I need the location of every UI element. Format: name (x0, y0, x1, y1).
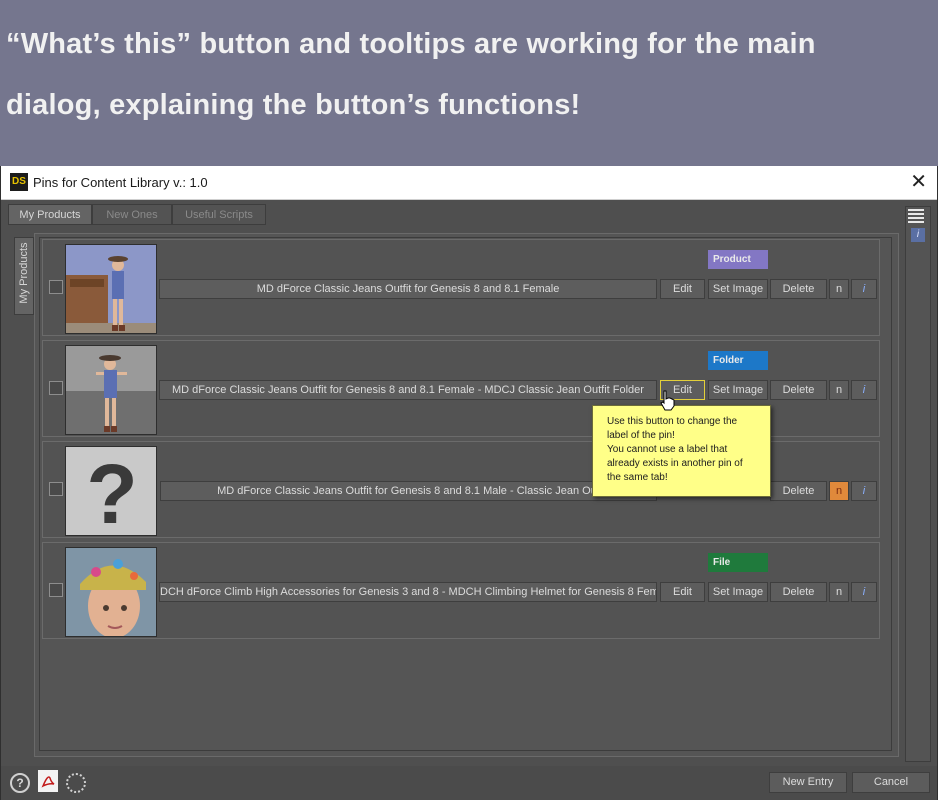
hamburger-menu-icon[interactable] (906, 207, 926, 225)
hand-cursor-icon (660, 390, 675, 411)
pin-label-button[interactable]: MD dForce Classic Jeans Outfit for Genes… (159, 380, 657, 400)
side-panel (905, 206, 931, 762)
n-button[interactable]: n (829, 279, 849, 299)
tooltip-line: You cannot use a label that (607, 444, 728, 455)
pdf-glyph-icon (38, 770, 58, 792)
figure-thumbnail-icon (66, 245, 156, 333)
pin-label-button[interactable]: DCH dForce Climb High Accessories for Ge… (159, 582, 657, 602)
new-entry-button[interactable]: New Entry (769, 772, 847, 793)
app-icon: DS (10, 173, 28, 191)
caption-text: “What’s this” button and tooltips are wo… (6, 14, 932, 136)
caption-line-1: “What’s this” button and tooltips are wo… (6, 28, 816, 60)
helmet-thumbnail-icon (66, 548, 156, 636)
vertical-tab-my-products[interactable]: My Products (14, 237, 34, 315)
pin-checkbox[interactable] (49, 280, 63, 294)
set-image-button[interactable]: Set Image (708, 582, 768, 602)
info-button[interactable]: i (851, 481, 877, 501)
pdf-icon[interactable] (38, 770, 58, 792)
pin-thumbnail (65, 244, 157, 334)
close-icon[interactable]: ✕ (910, 171, 927, 193)
pin-row: DCH dForce Climb High Accessories for Ge… (42, 542, 880, 639)
delete-button[interactable]: Delete (770, 279, 827, 299)
caption-banner: “What’s this” button and tooltips are wo… (0, 0, 938, 166)
window-title: Pins for Content Library v.: 1.0 (33, 175, 208, 190)
delete-button[interactable]: Delete (770, 380, 827, 400)
pin-checkbox[interactable] (49, 482, 63, 496)
delete-button[interactable]: Delete (770, 582, 827, 602)
figure-thumbnail-icon (66, 346, 156, 434)
tooltip-line: label of the pin! (607, 430, 675, 441)
edit-button[interactable]: Edit (660, 582, 705, 602)
vertical-tab-label: My Products (18, 242, 30, 304)
title-bar: DS Pins for Content Library v.: 1.0 ✕ (1, 166, 937, 200)
edit-button[interactable]: Edit (660, 279, 705, 299)
set-image-button[interactable]: Set Image (708, 279, 768, 299)
type-badge: Product (708, 250, 768, 269)
svg-text:?: ? (86, 447, 137, 536)
tab-new-ones[interactable]: New Ones (92, 204, 172, 225)
info-button[interactable]: i (851, 582, 877, 602)
pin-thumbnail: ? (65, 446, 157, 536)
tooltip-line: already exists in another pin of (607, 458, 743, 469)
tab-my-products[interactable]: My Products (8, 204, 92, 225)
set-image-button[interactable]: Set Image (708, 380, 768, 400)
n-button[interactable]: n (829, 481, 849, 501)
n-button[interactable]: n (829, 582, 849, 602)
pin-thumbnail (65, 345, 157, 435)
n-button[interactable]: n (829, 380, 849, 400)
question-mark-thumbnail-icon: ? (66, 447, 156, 536)
gear-icon[interactable] (66, 773, 86, 793)
pin-checkbox[interactable] (49, 381, 63, 395)
type-badge: Folder (708, 351, 768, 370)
pin-checkbox[interactable] (49, 583, 63, 597)
dialog-window: DS Pins for Content Library v.: 1.0 ✕ My… (0, 166, 938, 800)
cancel-button[interactable]: Cancel (852, 772, 930, 793)
info-button[interactable]: i (851, 380, 877, 400)
tooltip-line: Use this button to change the (607, 416, 738, 427)
help-icon[interactable]: ? (10, 773, 30, 793)
pin-row: MD dForce Classic Jeans Outfit for Genes… (42, 239, 880, 336)
tooltip-line: the same tab! (607, 472, 668, 483)
delete-button[interactable]: Delete (770, 481, 827, 501)
pin-label-button[interactable]: MD dForce Classic Jeans Outfit for Genes… (159, 279, 657, 299)
caption-line-2: dialog, explaining the button’s function… (6, 89, 581, 121)
tab-useful-scripts[interactable]: Useful Scripts (172, 204, 266, 225)
type-badge: File (708, 553, 768, 572)
info-icon[interactable]: i (911, 228, 925, 242)
pin-thumbnail (65, 547, 157, 637)
info-button[interactable]: i (851, 279, 877, 299)
edit-tooltip: Use this button to change the label of t… (592, 405, 771, 497)
pin-label-button[interactable]: MD dForce Classic Jeans Outfit for Genes… (160, 481, 657, 501)
